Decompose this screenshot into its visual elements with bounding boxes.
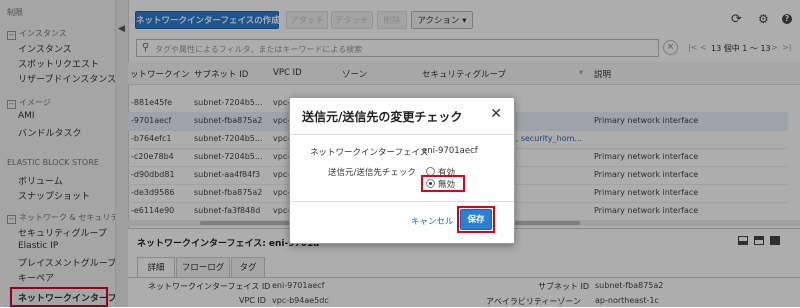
- dialog-eni-value: eni-9701aecf: [422, 146, 478, 156]
- close-icon[interactable]: ✕: [490, 106, 502, 122]
- cancel-button[interactable]: キャンセル: [411, 215, 454, 227]
- dialog-title: 送信元/送信先の変更チェック: [302, 110, 463, 124]
- save-highlight-box: [457, 206, 495, 233]
- dialog-footer-divider: [290, 201, 514, 202]
- source-dest-check-label: 送信元/送信先チェック: [328, 168, 416, 178]
- dialog-eni-label: ネットワークインターフェイス: [310, 148, 429, 158]
- radio-highlight-box: [421, 175, 465, 192]
- dialog-divider: [290, 134, 514, 135]
- change-source-dest-check-dialog: 送信元/送信先の変更チェック ✕ ネットワークインターフェイス eni-9701…: [289, 97, 515, 244]
